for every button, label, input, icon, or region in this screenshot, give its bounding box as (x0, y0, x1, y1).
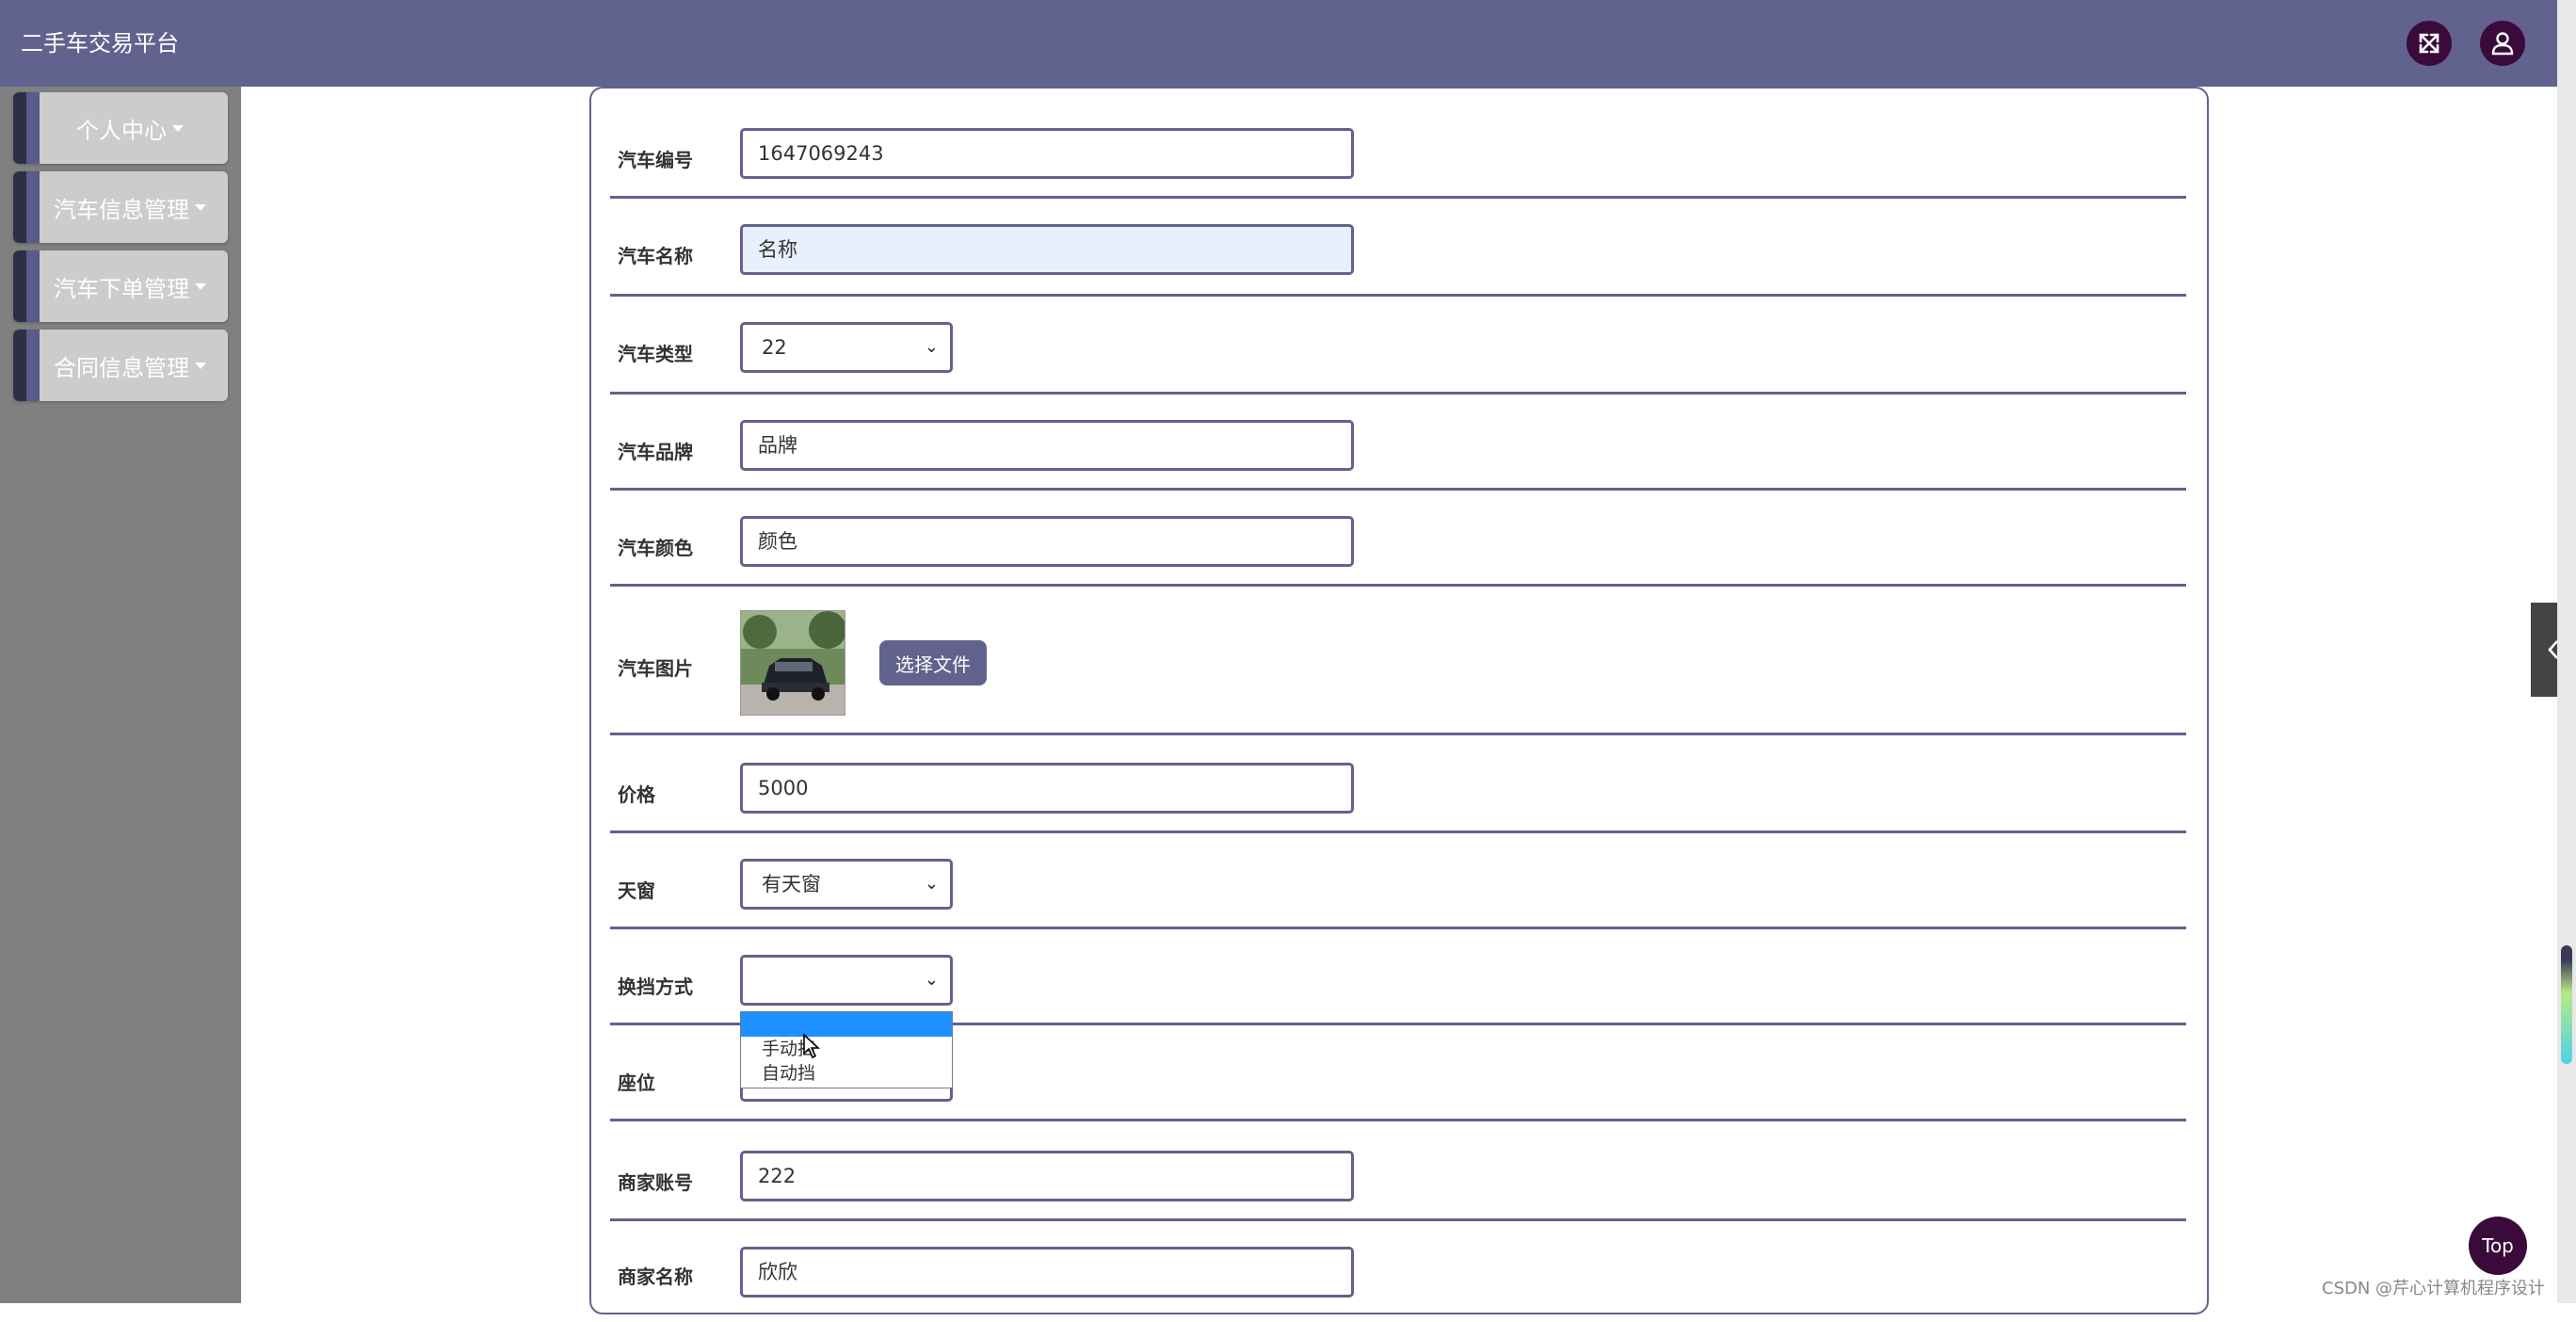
chevron-down-icon: ⌄ (924, 874, 939, 894)
user-menu-button[interactable] (2480, 21, 2525, 66)
sidebar-item-car-info[interactable]: 汽车信息管理 (13, 171, 228, 243)
scrollbar-thumb[interactable] (2561, 945, 2572, 1064)
back-to-top-button[interactable]: Top (2469, 1217, 2527, 1275)
form-row-brand: 汽车品牌 品牌 (610, 420, 2186, 491)
form-row-car-type: 汽车类型 22 ⌄ (610, 322, 2186, 395)
form-row-merchant-name: 商家名称 欣欣 (610, 1247, 2186, 1322)
car-id-label: 汽车编号 (618, 149, 693, 171)
fullscreen-button[interactable] (2407, 21, 2452, 66)
merchant-name-input[interactable]: 欣欣 (740, 1247, 1354, 1298)
form-row-merchant-account: 商家账号 222 (610, 1151, 2186, 1221)
price-input[interactable]: 5000 (740, 763, 1354, 814)
form-row-car-name: 汽车名称 名称 (610, 224, 2186, 297)
car-type-value: 22 (762, 336, 787, 359)
top-bar: 二手车交易平台 (0, 0, 2557, 87)
car-photo-icon (741, 611, 845, 715)
chevron-down-icon (195, 282, 206, 290)
sidebar-item-personal-center[interactable]: 个人中心 (13, 92, 228, 164)
car-type-label: 汽车类型 (618, 343, 693, 365)
form-row-car-id: 汽车编号 1647069243 (610, 128, 2186, 199)
sunroof-select[interactable]: 有天窗 ⌄ (740, 859, 953, 910)
dropdown-option-auto[interactable]: 自动挡 (741, 1061, 952, 1086)
chevron-down-icon: ⌄ (924, 970, 939, 990)
sidebar-item-car-orders[interactable]: 汽车下单管理 (13, 250, 228, 322)
color-input[interactable]: 颜色 (740, 516, 1354, 567)
app-title: 二手车交易平台 (21, 30, 179, 56)
car-name-label: 汽车名称 (618, 245, 693, 267)
chevron-down-icon (195, 362, 206, 369)
watermark-text: CSDN @芹心计算机程序设计 (2322, 1279, 2546, 1298)
car-id-input[interactable]: 1647069243 (740, 128, 1354, 179)
transmission-dropdown: 手动挡 自动挡 (740, 1011, 953, 1088)
user-icon (2491, 32, 2514, 56)
car-thumbnail (740, 610, 845, 716)
form-row-sunroof: 天窗 有天窗 ⌄ (610, 859, 2186, 929)
sunroof-label: 天窗 (618, 879, 655, 902)
car-type-select[interactable]: 22 ⌄ (740, 322, 953, 373)
brand-input[interactable]: 品牌 (740, 420, 1354, 471)
chevron-down-icon (195, 203, 206, 211)
merchant-account-input[interactable]: 222 (740, 1151, 1354, 1201)
merchant-account-label: 商家账号 (618, 1171, 693, 1194)
merchant-name-label: 商家名称 (618, 1266, 693, 1288)
sidebar-item-contracts[interactable]: 合同信息管理 (13, 330, 228, 401)
mouse-cursor-icon (802, 1033, 821, 1063)
form-row-image: 汽车图片 选择文件 (610, 586, 2186, 735)
dropdown-option-manual[interactable]: 手动挡 (741, 1037, 952, 1061)
image-label: 汽车图片 (618, 657, 693, 680)
form-row-color: 汽车颜色 颜色 (610, 516, 2186, 587)
seats-label: 座位 (618, 1072, 655, 1094)
brand-label: 汽车品牌 (618, 441, 693, 463)
chevron-down-icon: ⌄ (924, 337, 939, 357)
page-scrollbar[interactable] (2557, 0, 2576, 1303)
sidebar-item-label: 汽车信息管理 (54, 196, 189, 223)
sidebar: 个人中心 汽车信息管理 汽车下单管理 合同信息管理 (0, 87, 241, 1303)
car-name-input[interactable]: 名称 (740, 224, 1354, 275)
sidebar-item-label: 汽车下单管理 (54, 275, 189, 302)
dropdown-option-empty[interactable] (741, 1012, 952, 1037)
fullscreen-icon (2419, 33, 2439, 54)
transmission-select[interactable]: ⌄ (740, 955, 953, 1006)
price-label: 价格 (618, 783, 655, 806)
form-row-price: 价格 5000 (610, 763, 2186, 833)
color-label: 汽车颜色 (618, 537, 693, 559)
choose-file-button[interactable]: 选择文件 (879, 640, 987, 685)
transmission-label: 换挡方式 (618, 975, 693, 998)
sunroof-value: 有天窗 (762, 873, 821, 895)
sidebar-item-label: 合同信息管理 (54, 354, 189, 381)
chevron-down-icon (172, 124, 184, 132)
sidebar-item-label: 个人中心 (76, 117, 167, 144)
